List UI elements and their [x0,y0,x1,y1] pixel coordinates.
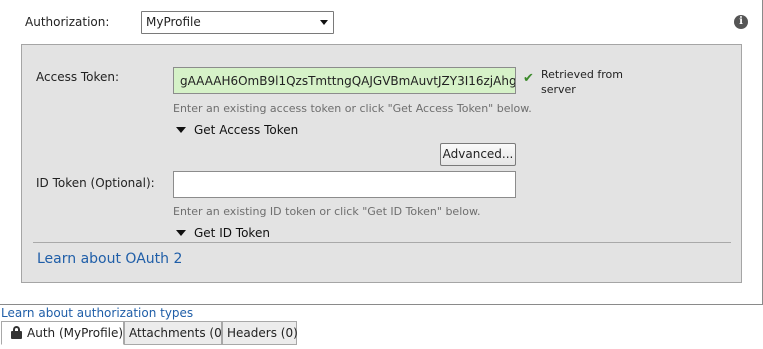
authorization-label: Authorization: [25,15,110,29]
learn-about-oauth2-link[interactable]: Learn about OAuth 2 [37,251,182,267]
access-token-input[interactable]: gAAAAH6OmB9l1QzsTmttngQAJGVBmAuvtJZY3I16… [173,67,516,94]
id-token-input[interactable] [173,171,516,198]
triangle-down-icon [176,127,186,133]
chevron-down-icon [320,20,328,25]
get-access-token-expander[interactable]: Get Access Token [176,123,298,137]
get-id-token-expander[interactable]: Get ID Token [176,226,270,240]
tab-attachments-label: Attachments (0) [129,326,227,340]
authorization-editor: Authorization: MyProfile i Access Token:… [0,0,763,305]
tab-headers[interactable]: Headers (0) [222,321,298,345]
authorization-select[interactable]: MyProfile [141,11,334,34]
tab-headers-label: Headers (0) [227,326,298,340]
divider [33,242,731,243]
get-id-token-label: Get ID Token [194,226,270,240]
check-icon: ✔ [523,71,534,86]
authorization-selected-value: MyProfile [146,15,201,29]
oauth2-panel: Access Token: gAAAAH6OmB9l1QzsTmttngQAJG… [21,44,742,283]
id-token-hint: Enter an existing ID token or click "Get… [173,205,481,218]
learn-about-authorization-types-link[interactable]: Learn about authorization types [1,306,193,320]
access-token-hint: Enter an existing access token or click … [173,102,532,115]
triangle-down-icon [176,230,186,236]
access-token-label: Access Token: [36,70,120,84]
get-access-token-label: Get Access Token [194,123,299,137]
tab-attachments[interactable]: Attachments (0) [124,321,226,345]
info-icon[interactable]: i [734,15,748,29]
lock-icon [11,326,22,339]
access-token-status: Retrieved from server [541,68,623,96]
tab-auth[interactable]: Auth (MyProfile) [1,321,124,345]
tab-auth-label: Auth (MyProfile) [27,326,124,340]
advanced-button[interactable]: Advanced... [440,143,516,166]
id-token-label: ID Token (Optional): [36,176,155,190]
